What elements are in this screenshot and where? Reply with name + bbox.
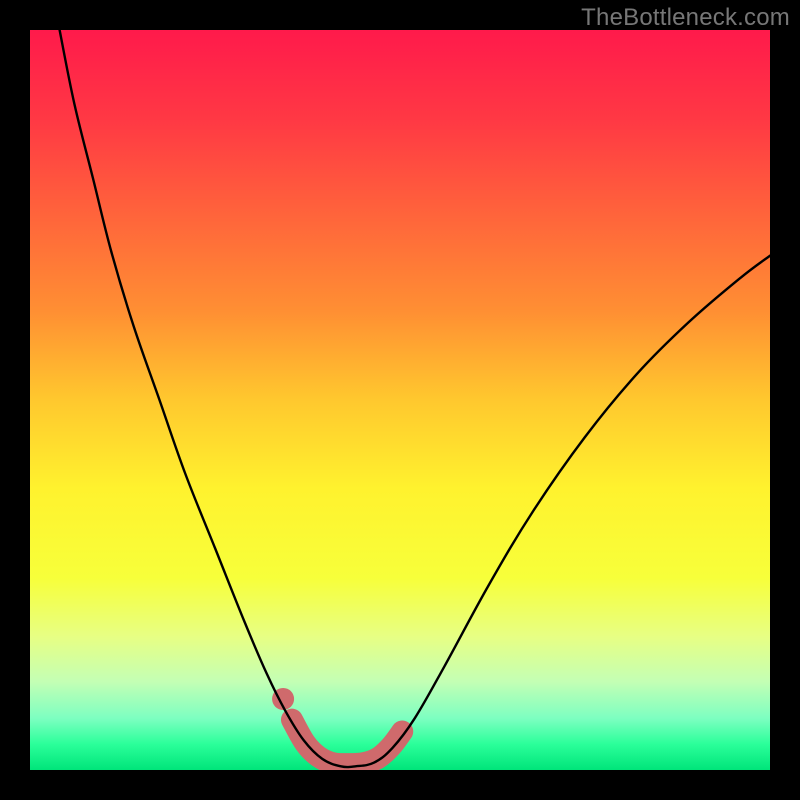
bottleneck-chart xyxy=(30,30,770,770)
gradient-background xyxy=(30,30,770,770)
watermark-text: TheBottleneck.com xyxy=(581,4,790,32)
chart-frame xyxy=(30,30,770,770)
